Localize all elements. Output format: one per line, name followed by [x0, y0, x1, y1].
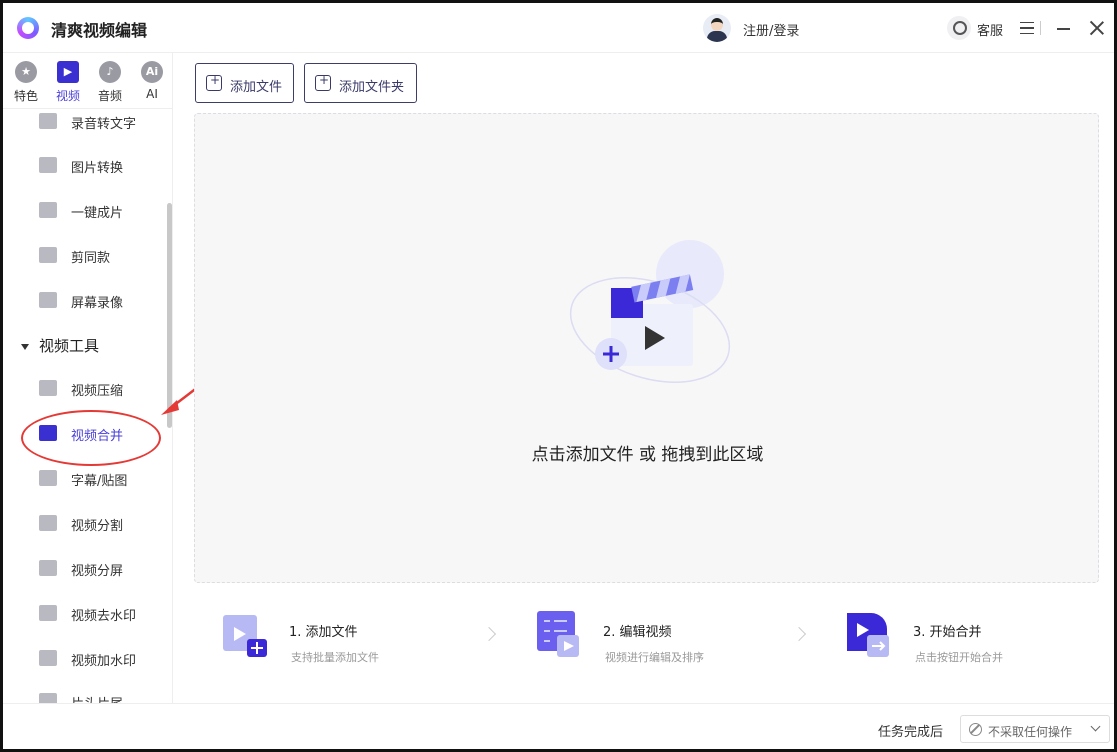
sidebar-item-label: 剪同款 — [71, 251, 111, 266]
section-video-tools[interactable]: 视频工具 — [21, 335, 99, 356]
sidebar-item-label: 视频分屏 — [71, 564, 124, 579]
sidebar-item-label: 视频压缩 — [71, 384, 124, 399]
status-bar: 任务完成后 不采取任何操作 — [3, 703, 1114, 749]
close-icon[interactable] — [1089, 20, 1105, 36]
sidebar-item-label: 图片转换 — [71, 161, 124, 176]
clapperboard-icon — [569, 240, 731, 383]
customer-service-icon[interactable] — [947, 16, 971, 40]
app-window: 清爽视频编辑 注册/登录 客服 ★ 特色 ▶ 视频 ♪ 音频 Ai AI 录音转… — [0, 0, 1117, 752]
sidebar-item-label: 屏幕录像 — [71, 296, 124, 311]
button-label: 添加文件 — [230, 80, 283, 95]
after-task-label: 任务完成后 — [878, 725, 944, 740]
sidebar-item-label: 视频去水印 — [71, 609, 137, 624]
ai-icon: Ai — [141, 61, 163, 83]
title-bar: 清爽视频编辑 注册/登录 客服 — [3, 3, 1114, 53]
file-drop-zone[interactable]: 点击添加文件 或 拖拽到此区域 — [194, 113, 1099, 583]
steps-guide: 1. 添加文件 支持批量添加文件 2. 编辑视频 视频进行编辑及排序 3. 开始… — [194, 603, 1099, 683]
annotation-circle — [21, 410, 161, 466]
image-icon — [39, 157, 57, 173]
tab-label: 音频 — [97, 89, 122, 103]
avatar-head — [711, 18, 723, 31]
sidebar-item-label: 视频分割 — [71, 519, 124, 534]
add-file-icon — [206, 73, 222, 91]
step-edit-video: 2. 编辑视频 视频进行编辑及排序 — [535, 609, 815, 669]
stamp-icon — [39, 605, 57, 621]
no-action-icon — [969, 723, 982, 736]
step-add-file: 1. 添加文件 支持批量添加文件 — [221, 609, 501, 669]
split-icon — [39, 515, 57, 531]
sidebar-item-label: 字幕/贴图 — [71, 474, 128, 489]
user-avatar[interactable] — [703, 14, 731, 42]
select-value: 不采取任何操作 — [988, 725, 1073, 739]
menu-icon[interactable] — [1020, 22, 1034, 34]
after-task-select[interactable]: 不采取任何操作 — [960, 715, 1110, 743]
star-icon: ★ — [15, 61, 37, 83]
sidebar-item-label: 录音转文字 — [71, 117, 137, 132]
step-title: 1. 添加文件 — [289, 625, 358, 640]
sidebar-item-label: 视频加水印 — [71, 654, 137, 669]
minimize-icon[interactable] — [1057, 28, 1070, 30]
category-tabs: ★ 特色 ▶ 视频 ♪ 音频 Ai AI — [3, 53, 172, 109]
tab-video[interactable]: ▶ 视频 — [48, 61, 88, 104]
watermark-icon — [39, 650, 57, 666]
tab-label: AI — [146, 87, 158, 101]
step-title: 3. 开始合并 — [913, 625, 982, 640]
app-title: 清爽视频编辑 — [51, 21, 148, 40]
video-icon: ▶ — [57, 61, 79, 83]
tab-featured[interactable]: ★ 特色 — [6, 61, 46, 104]
edit-list-icon — [537, 611, 579, 657]
step-desc: 支持批量添加文件 — [291, 651, 379, 664]
sticker-icon — [39, 470, 57, 486]
add-file-button[interactable]: 添加文件 — [195, 63, 294, 103]
music-icon: ♪ — [99, 61, 121, 83]
app-logo-icon — [17, 17, 39, 39]
tab-audio[interactable]: ♪ 音频 — [90, 61, 130, 104]
camera-icon — [39, 292, 57, 308]
step-desc: 视频进行编辑及排序 — [605, 651, 704, 664]
avatar-body — [707, 31, 727, 42]
chevron-down-icon — [1090, 721, 1101, 732]
play-icon — [39, 202, 57, 218]
titlebar-separator — [1040, 21, 1041, 35]
tab-label: 特色 — [13, 89, 38, 103]
customer-service-link[interactable]: 客服 — [977, 20, 1003, 39]
waveform-icon — [39, 113, 57, 129]
intro-icon — [39, 693, 57, 703]
sidebar-item-label: 片头片尾 — [71, 693, 123, 703]
sidebar: ★ 特色 ▶ 视频 ♪ 音频 Ai AI 录音转文字 图片转换 一键成片 剪同款… — [3, 53, 173, 703]
tab-ai[interactable]: Ai AI — [132, 61, 172, 101]
login-link[interactable]: 注册/登录 — [743, 20, 799, 39]
add-folder-icon — [315, 73, 331, 91]
drop-hint: 点击添加文件 或 拖拽到此区域 — [531, 445, 764, 465]
merge-start-icon — [847, 613, 889, 657]
button-label: 添加文件夹 — [339, 80, 405, 95]
sidebar-item-label: 一键成片 — [71, 206, 124, 221]
step-start-merge: 3. 开始合并 点击按钮开始合并 — [845, 609, 1114, 669]
split-screen-icon — [39, 560, 57, 576]
add-folder-button[interactable]: 添加文件夹 — [304, 63, 417, 103]
caret-down-icon — [21, 343, 29, 350]
film-icon — [39, 380, 57, 396]
add-video-icon — [223, 615, 267, 657]
tab-label: 视频 — [55, 89, 80, 103]
section-label: 视频工具 — [39, 337, 100, 355]
picture-icon — [39, 247, 57, 263]
step-title: 2. 编辑视频 — [603, 625, 672, 640]
step-desc: 点击按钮开始合并 — [915, 651, 1003, 664]
